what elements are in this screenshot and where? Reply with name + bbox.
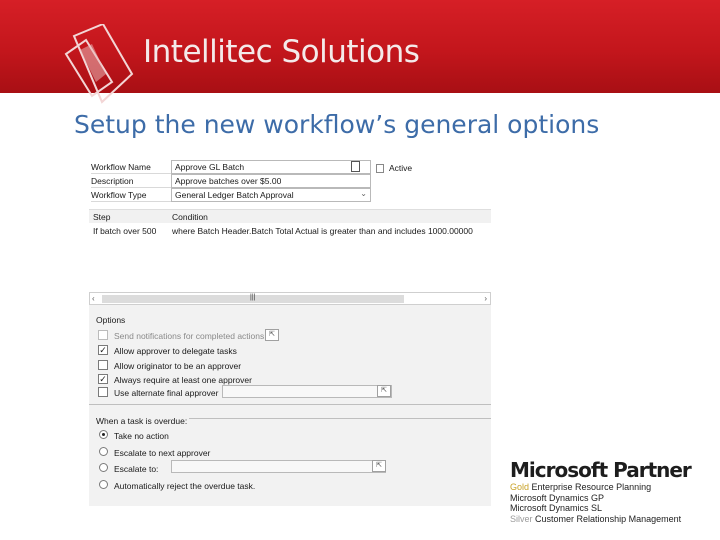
field-label: Description	[91, 176, 171, 188]
require-approver-checkbox[interactable]: ✓	[98, 374, 108, 384]
partner-line: Microsoft Dynamics GP	[510, 493, 691, 504]
escalate-next-radio[interactable]	[99, 447, 108, 456]
column-header-condition[interactable]: Condition	[172, 212, 208, 222]
escalate-to-radio[interactable]	[99, 463, 108, 472]
table-row[interactable]: If batch over 500 where Batch Header.Bat…	[89, 224, 491, 238]
field-label: Workflow Name	[91, 162, 171, 174]
partner-line: Silver Customer Relationship Management	[510, 514, 691, 525]
radio-label: Escalate to:	[114, 464, 159, 474]
options-panel: ‹ ||| › Options Send notifications for c…	[89, 292, 491, 506]
step-table-header: Step Condition	[89, 209, 491, 223]
divider	[189, 418, 491, 419]
lookup-icon[interactable]: ⇱	[377, 385, 391, 397]
checkbox-label: Allow originator to be an approver	[114, 361, 242, 371]
checkbox-label: Use alternate final approver	[114, 388, 219, 398]
column-header-step[interactable]: Step	[93, 212, 111, 222]
partner-tier: Gold	[510, 482, 530, 492]
workflow-type-row: Workflow Type General Ledger Batch Appro…	[89, 188, 371, 202]
microsoft-partner-logo: Microsoft Partner Gold Enterprise Resour…	[510, 458, 692, 525]
header-bar: Intellitec Solutions	[0, 0, 720, 104]
note-icon[interactable]	[351, 161, 360, 172]
lookup-icon[interactable]: ⇱	[372, 460, 386, 472]
alternate-approver-field[interactable]	[222, 385, 392, 398]
intellitec-logo	[64, 24, 134, 104]
field-label: Workflow Type	[91, 190, 171, 202]
divider	[89, 404, 491, 405]
partner-competency: Microsoft Dynamics GP	[510, 492, 605, 503]
options-label: Options	[96, 315, 126, 325]
workflow-name-row: Workflow Name Approve GL Batch	[89, 160, 371, 174]
horizontal-scrollbar[interactable]: ‹ ||| ›	[89, 292, 491, 305]
checkbox-label: Always require at least one approver	[114, 375, 252, 385]
radio-label: Escalate to next approver	[114, 448, 211, 458]
radio-label: Take no action	[114, 431, 169, 441]
chevron-down-icon[interactable]: ⌄	[360, 189, 367, 198]
checkbox-label: Send notifications for completed actions	[114, 331, 265, 341]
auto-reject-radio[interactable]	[99, 480, 108, 489]
delegate-tasks-checkbox[interactable]: ✓	[98, 345, 108, 355]
partner-line: Gold Enterprise Resource Planning	[510, 482, 691, 493]
notification-settings-icon[interactable]: ⇱	[265, 329, 279, 341]
grip-icon: |||	[250, 294, 256, 301]
workflow-type-value: General Ledger Batch Approval	[175, 190, 294, 200]
overdue-label: When a task is overdue:	[96, 416, 188, 426]
brand-name: Intellitec Solutions	[143, 34, 420, 70]
checkbox-label: Allow approver to delegate tasks	[114, 346, 237, 356]
escalate-to-field[interactable]	[171, 460, 386, 473]
take-no-action-radio[interactable]	[99, 430, 108, 439]
workflow-name-field[interactable]: Approve GL Batch	[171, 160, 371, 174]
alternate-approver-checkbox[interactable]	[98, 387, 108, 397]
active-label: Active	[389, 163, 413, 173]
originator-approver-checkbox[interactable]	[98, 360, 108, 370]
active-checkbox[interactable]	[376, 164, 384, 173]
slide-title: Setup the new workflow’s general options	[74, 110, 600, 139]
partner-competency: Customer Relationship Management	[535, 513, 682, 524]
condition-cell: where Batch Header.Batch Total Actual is…	[172, 226, 473, 236]
partner-tier: Silver	[510, 513, 533, 524]
description-row: Description Approve batches over $5.00	[89, 174, 371, 188]
partner-title: Microsoft Partner	[510, 458, 692, 482]
send-notifications-checkbox[interactable]	[98, 330, 108, 340]
workflow-form: Workflow Name Approve GL Batch Active De…	[89, 158, 491, 242]
description-field[interactable]: Approve batches over $5.00	[171, 174, 371, 188]
partner-line: Microsoft Dynamics SL	[510, 503, 691, 514]
partner-competency: Enterprise Resource Planning	[531, 482, 652, 492]
partner-competency: Microsoft Dynamics SL	[510, 503, 603, 513]
scroll-left-icon[interactable]: ‹	[92, 294, 95, 303]
radio-label: Automatically reject the overdue task.	[114, 481, 256, 491]
scroll-right-icon[interactable]: ›	[484, 294, 487, 303]
workflow-type-select[interactable]: General Ledger Batch Approval ⌄	[171, 188, 371, 202]
step-cell: If batch over 500	[93, 226, 157, 236]
